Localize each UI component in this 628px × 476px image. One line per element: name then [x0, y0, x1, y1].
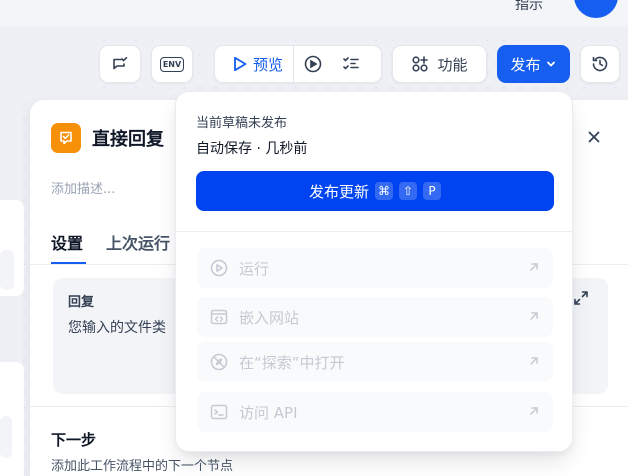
arrow-up-right-icon	[530, 357, 538, 365]
play-circle-icon	[209, 258, 229, 278]
publish-button[interactable]: 发布	[497, 45, 570, 83]
run-group: 预览	[214, 45, 382, 83]
cmd-key: ⌘	[375, 182, 393, 200]
version-history-button[interactable]	[580, 45, 620, 83]
arrow-up-right-icon	[530, 312, 538, 320]
canvas-node[interactable]	[0, 200, 24, 296]
publish-update-label: 发布更新	[308, 182, 369, 201]
embed-site-item[interactable]: 嵌入网站	[197, 297, 553, 337]
checklist-icon	[343, 57, 359, 70]
checklist-icon-button[interactable]	[332, 46, 370, 82]
autosave-status: 自动保存 · 几秒前	[196, 141, 308, 157]
env-button[interactable]: ENV	[151, 45, 193, 83]
expand-icon[interactable]	[573, 290, 589, 310]
run-app-label: 运行	[239, 259, 270, 278]
panel-title[interactable]: 直接回复	[92, 125, 164, 151]
p-key: P	[423, 182, 441, 200]
message-check-icon	[113, 56, 128, 70]
play-icon	[234, 56, 247, 72]
reply-text[interactable]: 您输入的文件类	[68, 317, 166, 337]
reply-node-icon	[51, 123, 81, 153]
access-api-item[interactable]: 访问 API	[197, 392, 553, 432]
canvas-node-inner	[0, 416, 12, 458]
features-button[interactable]: 功能	[392, 45, 487, 83]
arrow-up-right-icon	[530, 263, 538, 271]
env-icon: ENV	[159, 56, 185, 72]
top-partial-text[interactable]: 指示	[515, 0, 543, 14]
run-app-item[interactable]: 运行	[197, 248, 553, 288]
publish-label: 发布	[510, 55, 541, 74]
history-play-icon	[304, 55, 322, 73]
open-in-explore-item[interactable]: 在“探索”中打开	[197, 342, 553, 382]
chevron-down-icon	[546, 61, 555, 67]
draft-status: 当前草稿未发布	[196, 116, 288, 131]
embed-icon	[209, 307, 229, 327]
terminal-icon	[209, 402, 229, 422]
preview-button[interactable]: 预览	[215, 46, 293, 82]
dropdown-divider	[176, 231, 572, 232]
features-label: 功能	[437, 55, 468, 74]
open-in-explore-label: 在“探索”中打开	[239, 353, 345, 372]
tab-last-run[interactable]: 上次运行	[106, 230, 170, 254]
description-input[interactable]: 添加描述...	[51, 178, 115, 197]
publish-update-button[interactable]: 发布更新 ⌘ ⇧ P	[196, 171, 554, 211]
next-step-title: 下一步	[51, 431, 97, 449]
canvas-node[interactable]	[0, 362, 24, 476]
top-bar: 指示	[0, 0, 628, 26]
embed-site-label: 嵌入网站	[239, 308, 300, 327]
tab-settings[interactable]: 设置	[51, 230, 83, 254]
close-icon[interactable]	[586, 129, 602, 149]
canvas-node-inner	[0, 250, 14, 290]
features-icon	[412, 56, 429, 72]
compass-icon	[209, 352, 229, 372]
access-api-label: 访问 API	[239, 403, 298, 422]
preview-label: 预览	[253, 55, 284, 74]
shift-key: ⇧	[399, 182, 417, 200]
next-step-description: 添加此工作流程中的下一个节点	[51, 459, 234, 474]
checklist-button[interactable]	[99, 45, 141, 83]
run-history-button[interactable]	[294, 46, 332, 82]
publish-dropdown: 当前草稿未发布 自动保存 · 几秒前 发布更新 ⌘ ⇧ P 运行 嵌入网站 在“…	[175, 91, 573, 452]
reply-label: 回复	[68, 295, 95, 310]
history-icon	[592, 56, 608, 72]
arrow-up-right-icon	[530, 407, 538, 415]
